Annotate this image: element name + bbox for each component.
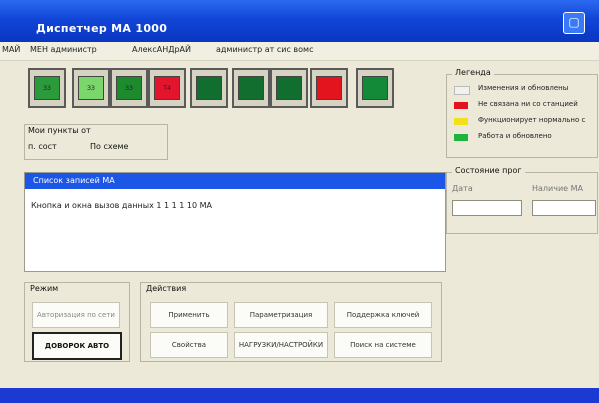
toolbar-button-7[interactable] [270, 68, 308, 108]
legend-swatch-yellow [454, 118, 468, 125]
legend-text-2: Не связана ни со станцией [478, 100, 578, 108]
menu-item-file[interactable]: МАЙ [2, 45, 20, 54]
stop-red-icon [316, 76, 342, 100]
list-item[interactable]: Кнопка и окна вызов данных 1 1 1 1 10 МА [31, 201, 212, 210]
toolbar-icon-3: ЗЗ [116, 76, 142, 100]
screen-green-icon [362, 76, 388, 100]
apply-button[interactable]: Применить [150, 302, 228, 328]
title-bar: Диспетчер МА 1000 ▢ [0, 0, 599, 42]
view-option-scheme[interactable]: По схеме [90, 142, 128, 151]
view-option-list[interactable]: п. сост [28, 142, 57, 151]
legend-swatch-red [454, 102, 468, 109]
status-group-label: Состояние прог [452, 166, 525, 175]
toolbar-button-9[interactable] [356, 68, 394, 108]
search-system-button[interactable]: Поиск на системе [334, 332, 432, 358]
menu-item-system[interactable]: администр ат сис вомс [216, 45, 313, 54]
menu-bar: МАЙ МЕН администр АлексАНДрАЙ администр … [0, 42, 599, 61]
toolbar-button-4[interactable]: Т4 [148, 68, 186, 108]
toolbar-icon-1: ЗЗ [34, 76, 60, 100]
status-field-label-1: Дата [452, 184, 473, 193]
auto-access-button[interactable]: ДОВОРОК АВТО [32, 332, 122, 360]
toolbar-icon-4: Т4 [154, 76, 180, 100]
toolbar-button-2[interactable]: ЗЗ [72, 68, 110, 108]
record-list[interactable]: Список записей МА Кнопка и окна вызов да… [24, 172, 446, 272]
app-window: Диспетчер МА 1000 ▢ МАЙ МЕН администр Ал… [0, 0, 599, 403]
toolbar-button-5[interactable] [190, 68, 228, 108]
toolbar-button-3[interactable]: ЗЗ [110, 68, 148, 108]
legend-swatch-white [454, 86, 470, 95]
load-settings-button[interactable]: НАГРУЗКИ/НАСТРОЙКИ [234, 332, 328, 358]
toolbar-button-6[interactable] [232, 68, 270, 108]
window-title: Диспетчер МА 1000 [36, 22, 168, 35]
toolbar-button-8[interactable] [310, 68, 348, 108]
status-date-field[interactable] [452, 200, 522, 216]
menu-item-admin[interactable]: МЕН администр [30, 45, 97, 54]
keys-button[interactable]: Поддержка ключей [334, 302, 432, 328]
network-auth-button[interactable]: Авторизация по сети [32, 302, 120, 328]
properties-button[interactable]: Свойства [150, 332, 228, 358]
legend-text-1: Изменения и обновлены [478, 84, 569, 92]
window-restore-button[interactable]: ▢ [563, 12, 585, 34]
menu-item-user[interactable]: АлексАНДрАЙ [132, 45, 191, 54]
legend-title: Легенда [452, 68, 494, 77]
taskbar [0, 388, 599, 403]
status-ma-field[interactable] [532, 200, 596, 216]
status-field-label-2: Наличие МА [532, 184, 583, 193]
list-header: Список записей МА [25, 173, 445, 189]
toolbar-icon-2: ЗЗ [78, 76, 104, 100]
action-group-label: Действия [146, 284, 187, 293]
monitor-green-icon [276, 76, 302, 100]
monitor-green-icon [238, 76, 264, 100]
parametrize-button[interactable]: Параметризация [234, 302, 328, 328]
legend-swatch-green [454, 134, 468, 141]
mode-group-label: Режим [30, 284, 59, 293]
monitor-green-icon [196, 76, 222, 100]
legend-text-3: Функционирует нормально с [478, 116, 586, 124]
view-group-label: Мои пункты от [28, 126, 91, 135]
toolbar-button-1[interactable]: ЗЗ [28, 68, 66, 108]
legend-text-4: Работа и обновлено [478, 132, 552, 140]
